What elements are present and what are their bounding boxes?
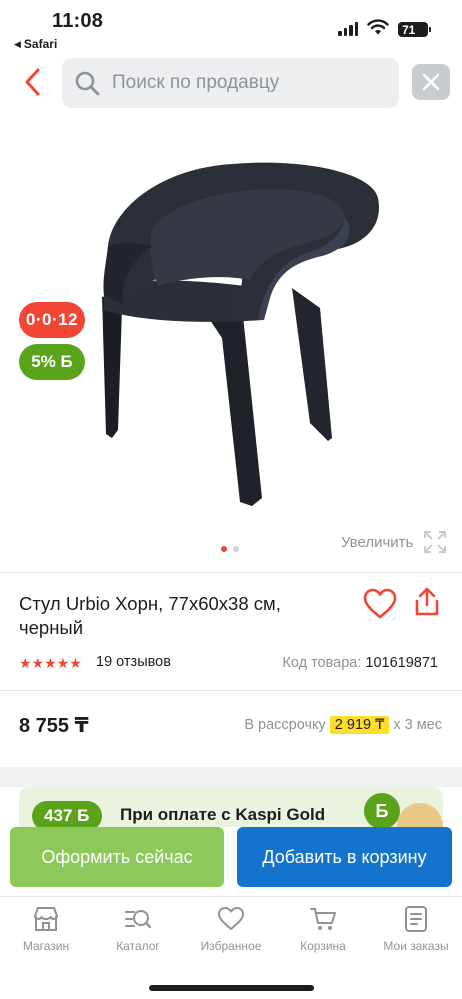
rating-stars: ★★★★★ [19, 655, 82, 671]
seller-search-field[interactable] [62, 58, 399, 108]
bonus-coin-icon: Б [364, 793, 400, 827]
orders-icon [405, 906, 427, 932]
back-app-label: Safari [23, 37, 58, 51]
zoom-label: Увеличить [341, 533, 414, 551]
tab-cart-label: Корзина [300, 939, 346, 953]
status-bar: 11:08 ◀ Safari 71 [0, 0, 462, 54]
product-code-label: Код товара: [282, 655, 362, 671]
tab-catalog[interactable]: Каталог [92, 905, 184, 953]
search-icon [75, 71, 100, 96]
installment-prefix: В рассрочку [244, 717, 326, 733]
cart-icon [310, 908, 336, 930]
cellular-signal-icon [338, 22, 358, 36]
battery-tip [429, 27, 431, 32]
back-triangle-icon: ◀ [14, 38, 21, 49]
gallery-pagination [221, 546, 239, 552]
divider [0, 572, 462, 573]
tab-orders[interactable]: Мои заказы [370, 905, 462, 953]
wifi-icon [367, 19, 389, 35]
tab-catalog-label: Каталог [116, 939, 160, 953]
coin-icon [397, 803, 443, 827]
kaspi-gold-promo[interactable]: 437 Б При оплате с Kaspi Gold Б [19, 787, 443, 827]
home-indicator [149, 985, 314, 991]
product-code: Код товара: 101619871 [282, 655, 438, 671]
tab-cart[interactable]: Корзина [277, 905, 369, 953]
pagination-dot [233, 546, 239, 552]
buy-now-button[interactable]: Оформить сейчас [10, 827, 224, 887]
status-time: 11:08 [52, 10, 104, 32]
search-header [0, 56, 462, 112]
expand-icon [424, 531, 447, 553]
heart-icon [218, 907, 244, 930]
installment-badge: 0·0·12 [19, 302, 85, 338]
favorite-heart-icon[interactable] [363, 588, 397, 620]
bonus-badge: 5% Б [19, 344, 85, 380]
installment-info: В рассрочку 2 919 ₸ x 3 мес [244, 716, 442, 734]
section-separator [0, 767, 462, 787]
tab-orders-label: Мои заказы [383, 939, 449, 953]
pagination-dot-active [221, 546, 227, 552]
bottom-tab-bar: Магазин Каталог Избранное Корзина Мои за… [0, 896, 462, 960]
tab-store-label: Магазин [22, 939, 70, 953]
tab-favorites-label: Избранное [200, 939, 262, 953]
tab-favorites[interactable]: Избранное [185, 905, 277, 953]
product-image[interactable] [82, 138, 392, 510]
close-search-button[interactable] [412, 64, 450, 100]
promo-text: При оплате с Kaspi Gold [120, 805, 326, 824]
store-icon [34, 907, 58, 931]
share-icon[interactable] [413, 586, 441, 618]
zoom-button[interactable]: Увеличить [341, 530, 447, 554]
tab-store[interactable]: Магазин [0, 905, 92, 953]
close-icon [422, 73, 440, 91]
product-price: 8 755 ₸ [19, 715, 89, 737]
battery-icon: 71 [398, 22, 428, 37]
installment-suffix: x 3 мес [393, 717, 442, 733]
catalog-search-icon [125, 910, 152, 929]
search-input[interactable] [112, 72, 372, 94]
product-code-value: 101619871 [365, 655, 438, 671]
promo-bonus-pill: 437 Б [32, 801, 102, 827]
add-to-cart-button[interactable]: Добавить в корзину [237, 827, 452, 887]
installment-amount: 2 919 ₸ [329, 716, 390, 734]
back-chevron-icon[interactable] [18, 66, 48, 98]
divider [0, 690, 462, 691]
product-title: Стул Urbio Хорн, 77x60x38 см, черный [19, 593, 281, 638]
action-bar: Оформить сейчас Добавить в корзину [0, 827, 462, 895]
reviews-link[interactable]: 19 отзывов [96, 654, 171, 670]
battery-level: 71 [402, 22, 416, 37]
back-to-safari-link[interactable]: ◀ Safari [14, 37, 57, 51]
